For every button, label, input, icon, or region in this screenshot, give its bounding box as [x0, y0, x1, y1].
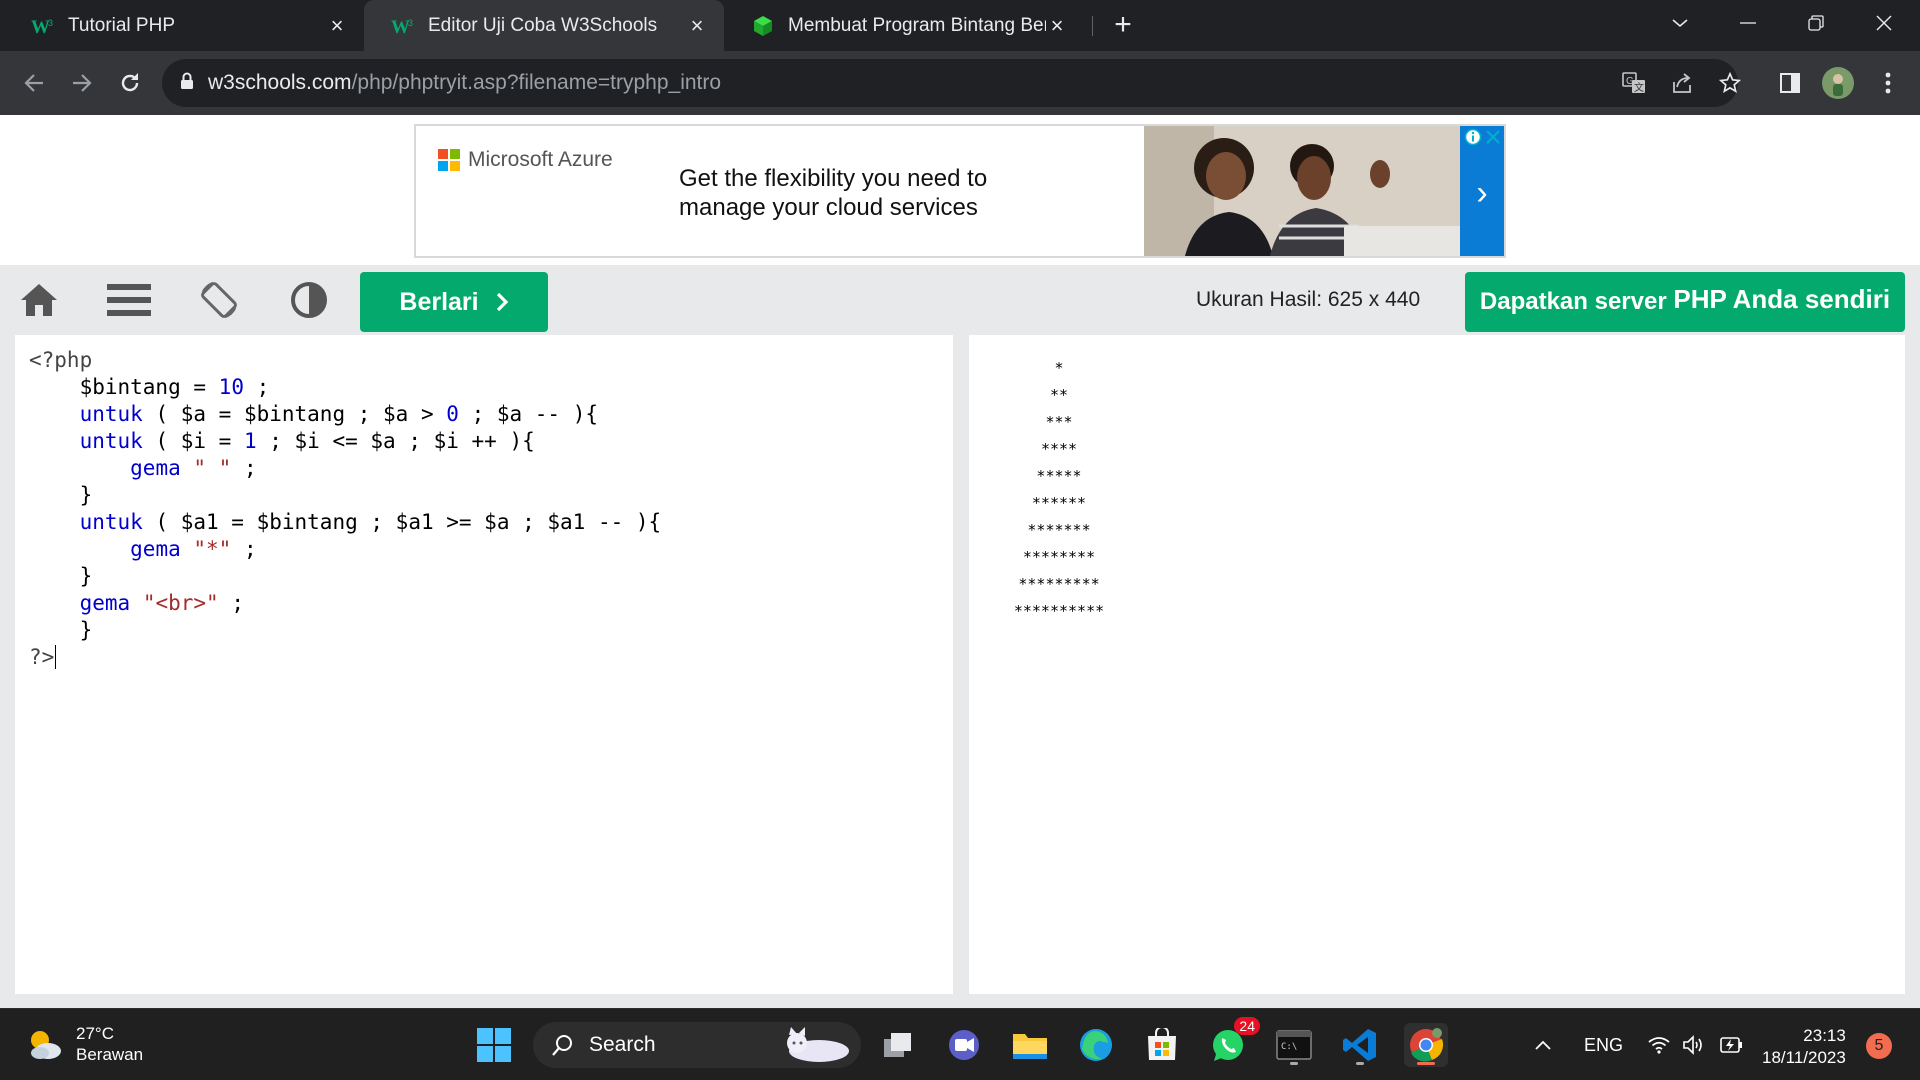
menu-kebab-icon[interactable] [1868, 63, 1908, 103]
lock-icon[interactable] [180, 72, 194, 95]
azure-ad-banner[interactable]: Microsoft Azure Get the flexibility you … [414, 124, 1506, 258]
close-window-icon[interactable] [1854, 0, 1914, 45]
tab-title: Tutorial PHP [68, 14, 175, 36]
close-icon[interactable]: × [686, 13, 708, 38]
ad-zone: Microsoft Azure Get the flexibility you … [0, 115, 1920, 265]
output-row: ******** [1022, 548, 1096, 566]
forward-arrow-icon[interactable] [62, 63, 102, 103]
search-highlight-cat-icon [787, 1027, 849, 1062]
output-row: **** [1040, 440, 1078, 458]
language-indicator[interactable]: ENG [1584, 1009, 1623, 1080]
system-clock[interactable]: 23:13 18/11/2023 [1762, 1025, 1846, 1069]
microsoft-logo-icon [438, 149, 460, 171]
minimize-icon[interactable] [1718, 0, 1778, 45]
edge-browser-icon[interactable] [1074, 1023, 1118, 1067]
wifi-icon[interactable] [1648, 1009, 1670, 1080]
w3schools-favicon-icon: W3 [30, 15, 56, 37]
output-row: *** [1045, 413, 1073, 431]
chevron-right-icon [496, 292, 508, 312]
notification-count-badge[interactable]: 5 [1866, 1033, 1892, 1059]
microsoft-store-icon[interactable] [1140, 1023, 1184, 1067]
ad-choices[interactable] [1464, 128, 1502, 146]
browser-toolbar: w3schools.com/php/phptryit.asp?filename=… [0, 51, 1920, 115]
show-hidden-icons-chevron-icon[interactable] [1534, 1009, 1552, 1080]
windows-logo-icon [477, 1028, 511, 1062]
ad-photo [1144, 126, 1460, 256]
result-pane: * ** *** **** ***** ****** ******* ******** ****… [969, 335, 1905, 994]
ad-headline: Get the flexibility you need to manage y… [679, 165, 988, 221]
tab-membuat-program[interactable]: Membuat Program Bintang Bent × [724, 0, 1084, 51]
battery-charging-icon[interactable] [1718, 1009, 1744, 1080]
start-button[interactable] [472, 1023, 516, 1067]
output-row: * [1054, 359, 1064, 377]
bookmark-star-icon[interactable] [1710, 63, 1750, 103]
result-output: * ** *** **** ***** ****** ******* ******** ****… [999, 355, 1119, 625]
vscode-icon[interactable] [1338, 1023, 1382, 1067]
output-row: ********** [1013, 602, 1105, 620]
profile-avatar[interactable] [1818, 63, 1858, 103]
output-row: ******* [1027, 521, 1091, 539]
svg-text:C:\: C:\ [1281, 1042, 1297, 1052]
text-cursor [55, 645, 57, 669]
svg-text:3: 3 [408, 18, 413, 28]
active-indicator [1417, 1062, 1435, 1065]
close-icon[interactable]: × [326, 13, 348, 38]
file-explorer-icon[interactable] [1008, 1023, 1052, 1067]
output-row: ***** [1036, 467, 1082, 485]
address-bar[interactable]: w3schools.com/php/phptryit.asp?filename=… [162, 59, 1738, 107]
tab-search-chevron-icon[interactable] [1650, 0, 1710, 45]
run-button[interactable]: Berlari [360, 272, 548, 332]
task-view-icon[interactable] [876, 1023, 920, 1067]
result-size-label: Ukuran Hasil: 625 x 440 [1196, 288, 1421, 311]
partly-cloudy-icon [31, 1031, 61, 1059]
whatsapp-unread-badge: 24 [1234, 1017, 1260, 1035]
tab-strip: W3 Tutorial PHP × W3 Editor Uji Coba W3S… [0, 0, 1920, 51]
cube-favicon-icon [750, 15, 776, 37]
output-row: ** [1049, 386, 1069, 404]
search-icon [552, 1035, 572, 1056]
tab-editor-w3schools[interactable]: W3 Editor Uji Coba W3Schools × [364, 0, 724, 51]
back-arrow-icon[interactable] [14, 63, 54, 103]
menu-hamburger-icon[interactable] [104, 275, 154, 325]
taskbar-search-box[interactable]: Search [533, 1022, 861, 1068]
windows-taskbar: 27°C Berawan Search 24 C:\ ENG 23:13 18/… [0, 1008, 1920, 1080]
code-editor[interactable]: <?php $bintang = 10 ; untuk ( $a = $bint… [15, 335, 953, 994]
volume-icon[interactable] [1682, 1009, 1706, 1080]
running-indicator [1290, 1062, 1298, 1065]
reload-icon[interactable] [110, 63, 150, 103]
tab-tutorial-php[interactable]: W3 Tutorial PHP × [4, 0, 364, 51]
whatsapp-icon[interactable]: 24 [1206, 1017, 1260, 1067]
tab-title: Editor Uji Coba W3Schools [428, 14, 658, 36]
svg-text:文: 文 [1634, 81, 1644, 94]
close-icon[interactable]: × [1046, 13, 1068, 38]
url-text: w3schools.com/php/phptryit.asp?filename=… [208, 71, 722, 94]
svg-text:3: 3 [48, 18, 53, 28]
running-indicator [1356, 1062, 1364, 1065]
share-icon[interactable] [1662, 63, 1702, 103]
rotate-orientation-icon[interactable] [194, 275, 244, 325]
home-icon[interactable] [14, 275, 64, 325]
new-tab-button[interactable]: + [1108, 10, 1138, 40]
side-panel-icon[interactable] [1770, 63, 1810, 103]
theme-contrast-icon[interactable] [284, 275, 334, 325]
code-text[interactable]: <?php $bintang = 10 ; untuk ( $a = $bint… [29, 347, 661, 671]
editor-toolbar: Berlari Ukuran Hasil: 625 x 440 Dapatkan… [0, 265, 1920, 333]
tab-title: Membuat Program Bintang Bent [788, 14, 1046, 36]
get-php-server-button[interactable]: Dapatkan server PHP Anda sendiri [1465, 272, 1905, 332]
tab-separator [1092, 16, 1093, 36]
restore-icon[interactable] [1786, 0, 1846, 45]
output-row: ********* [1018, 575, 1100, 593]
w3schools-favicon-icon: W3 [390, 15, 416, 37]
ad-close-icon [1486, 130, 1500, 144]
teams-chat-icon[interactable] [942, 1023, 986, 1067]
terminal-icon[interactable]: C:\ [1272, 1023, 1316, 1067]
ad-brand: Microsoft Azure [438, 148, 613, 172]
weather-widget[interactable]: 27°C Berawan [26, 1023, 143, 1065]
translate-icon[interactable]: G文 [1614, 63, 1654, 103]
ad-info-icon [1464, 128, 1482, 146]
output-row: ****** [1031, 494, 1087, 512]
chrome-icon[interactable] [1404, 1023, 1448, 1067]
